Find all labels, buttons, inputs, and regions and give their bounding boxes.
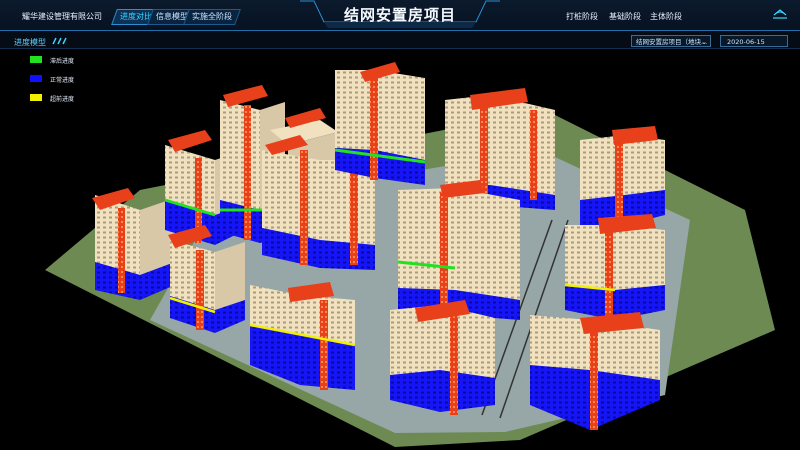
chevron-down-icon: ⌄	[701, 38, 707, 46]
building	[390, 300, 495, 415]
panel-title: 进度模型	[14, 38, 46, 47]
tab-piling[interactable]: 打桩阶段	[566, 11, 598, 22]
page-title: 结网安置房项目	[343, 6, 456, 24]
building	[580, 126, 665, 225]
gear-icon[interactable]	[772, 6, 788, 20]
building	[334, 62, 426, 185]
building	[530, 312, 660, 430]
tab-main-structure[interactable]: 主体阶段	[650, 11, 682, 22]
title-frame: 结网安置房项目	[300, 0, 500, 30]
building	[397, 180, 520, 320]
progress-3d-scene[interactable]	[0, 48, 800, 450]
building	[564, 214, 665, 320]
date-picker[interactable]: 2020-06-15	[720, 35, 788, 47]
project-select[interactable]: 结网安置房项目（地块... ⌄	[631, 35, 711, 47]
company-name: 耀华建设管理有限公司	[22, 12, 102, 21]
tab-foundation[interactable]: 基础阶段	[609, 11, 641, 22]
tab-full-phase[interactable]: 实施全阶段	[183, 9, 241, 25]
chevrons-icon	[52, 37, 67, 45]
